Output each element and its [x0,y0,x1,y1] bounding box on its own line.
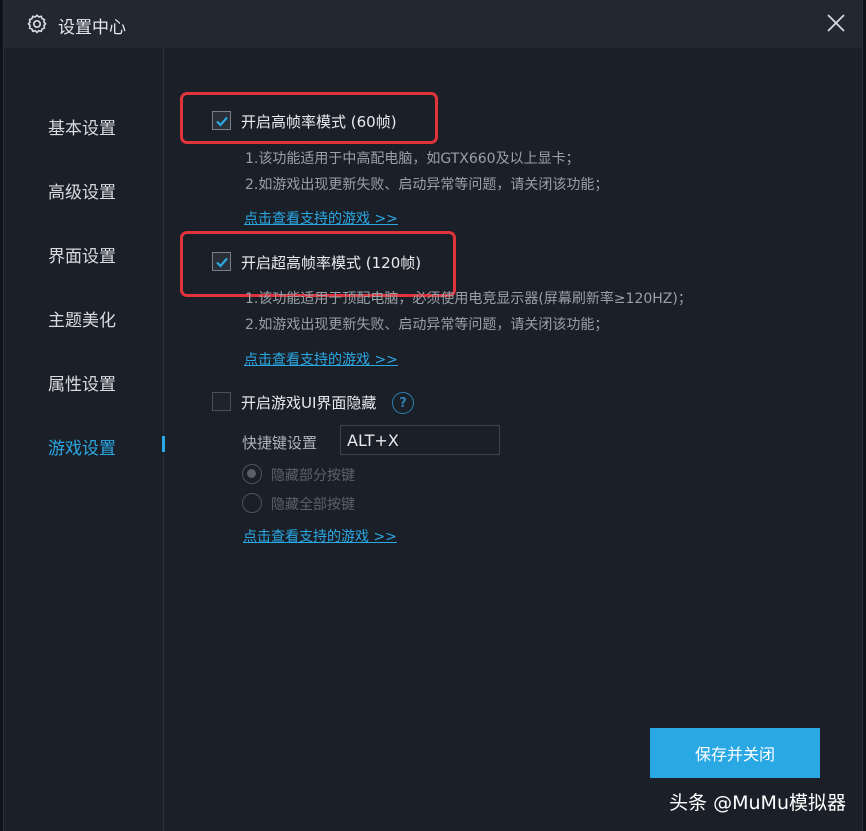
sidebar-item-interface[interactable]: 界面设置 [48,242,116,267]
ui-hide-supported-games-link[interactable]: 点击查看支持的游戏 >> [243,526,397,546]
high-fps-desc-1: 1.该功能适用于中高配电脑，如GTX660及以上显卡； [245,151,580,167]
ui-hide-label: 开启游戏UI界面隐藏 [241,394,377,412]
sidebar-item-basic[interactable]: 基本设置 [48,114,116,139]
high-fps-desc-2: 2.如游戏出现更新失败、启动异常等问题，请关闭该功能； [245,177,609,193]
hide-partial-keys-radio[interactable] [242,464,262,484]
ultra-fps-label: 开启超高帧率模式 (120帧) [241,254,422,272]
ultra-fps-desc-1: 1.该功能适用于顶配电脑，必须使用电竞显示器(屏幕刷新率≥120HZ)； [245,291,692,307]
ui-hide-checkbox[interactable] [212,392,231,411]
high-fps-checkbox[interactable] [212,111,231,130]
window-title: 设置中心 [58,18,126,38]
hide-all-keys-radio[interactable] [242,493,262,513]
ultra-fps-supported-games-link[interactable]: 点击查看支持的游戏 >> [244,349,398,369]
hotkey-label: 快捷键设置 [242,434,318,452]
sidebar-item-properties[interactable]: 属性设置 [48,370,116,395]
sidebar-item-game[interactable]: 游戏设置 [48,434,116,459]
hotkey-input[interactable] [340,425,500,455]
close-icon[interactable] [824,11,848,35]
hide-all-keys-label: 隐藏全部按键 [271,497,355,513]
gear-icon [26,13,48,35]
sidebar: 基本设置 高级设置 界面设置 主题美化 属性设置 游戏设置 [4,48,165,831]
high-fps-label: 开启高帧率模式 (60帧) [241,113,397,131]
title-bar: 设置中心 [4,0,862,48]
save-and-close-button[interactable]: 保存并关闭 [650,728,820,778]
ultra-fps-desc-2: 2.如游戏出现更新失败、启动异常等问题，请关闭该功能； [245,317,609,333]
game-settings-panel: 开启高帧率模式 (60帧) 1.该功能适用于中高配电脑，如GTX660及以上显卡… [164,48,862,831]
high-fps-supported-games-link[interactable]: 点击查看支持的游戏 >> [244,208,398,228]
watermark-text: 头条 @MuMu模拟器 [669,792,846,814]
ultra-fps-checkbox[interactable] [212,252,231,271]
settings-window: 设置中心 基本设置 高级设置 界面设置 主题美化 属性设置 游戏设置 开启高帧率… [3,0,863,831]
hide-partial-keys-label: 隐藏部分按键 [271,468,355,484]
sidebar-item-theme[interactable]: 主题美化 [48,306,116,331]
sidebar-item-advanced[interactable]: 高级设置 [48,178,116,203]
help-icon[interactable]: ? [392,392,414,414]
